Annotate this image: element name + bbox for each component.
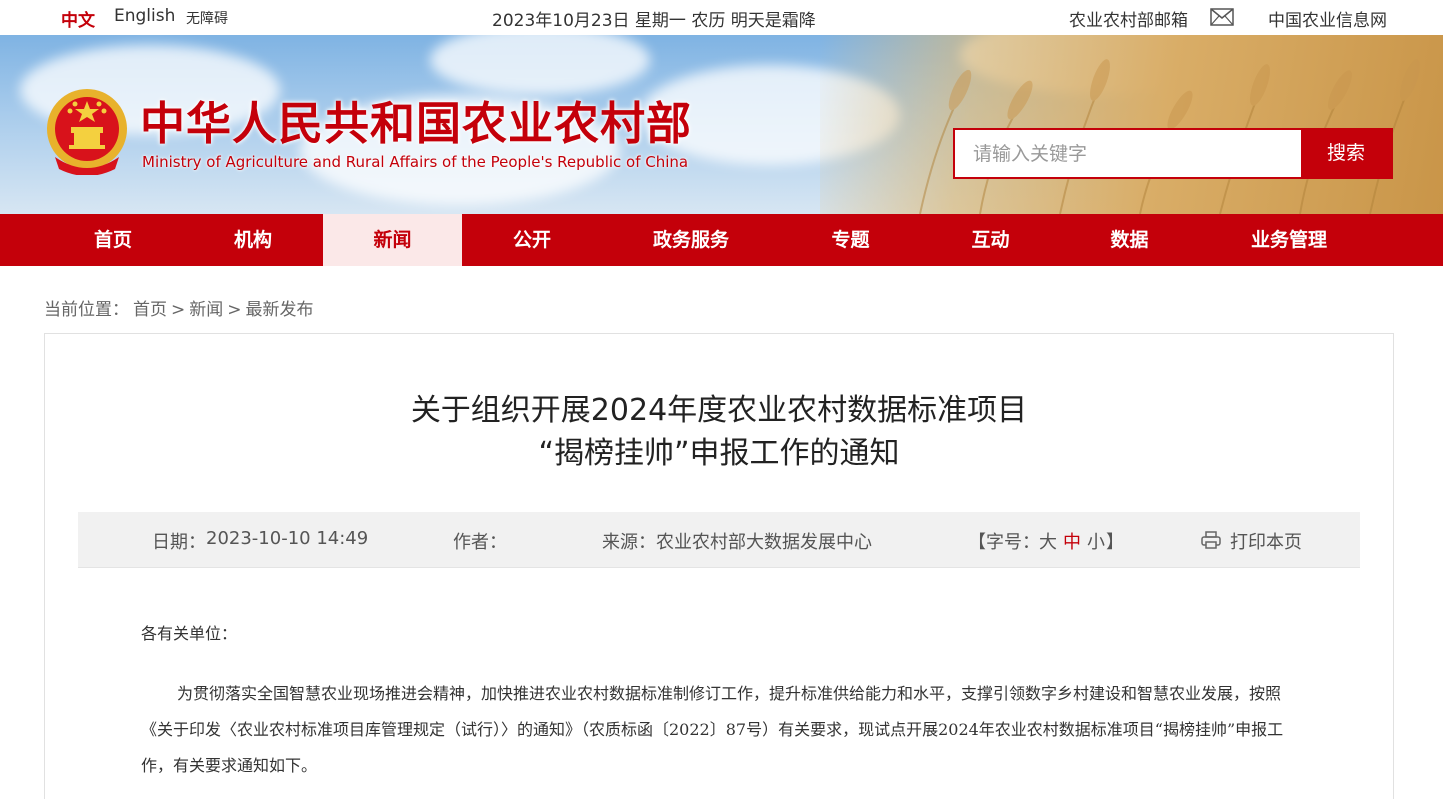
nav-item-topics[interactable]: 专题 [780, 214, 921, 266]
breadcrumb: 当前位置： 首页 > 新闻 > 最新发布 [44, 295, 318, 320]
header-banner: 中华人民共和国农业农村部 Ministry of Agriculture and… [0, 35, 1443, 214]
nav-item-institutions[interactable]: 机构 [183, 214, 323, 266]
mailbox-link[interactable]: 农业农村部邮箱 [1069, 6, 1188, 31]
article-meta-bar: 日期： 2023-10-10 14:49 作者： 来源： 农业农村部大数据发展中… [78, 512, 1360, 568]
nav-item-interaction[interactable]: 互动 [921, 214, 1060, 266]
info-network-link[interactable]: 中国农业信息网 [1268, 6, 1387, 31]
nav-item-public[interactable]: 公开 [462, 214, 602, 266]
nav-item-home[interactable]: 首页 [43, 214, 183, 266]
font-size-small-button[interactable]: 小 [1087, 528, 1105, 554]
top-bar: 中文 English 无障碍 2023年10月23日 星期一 农历 明天是霜降 … [0, 0, 1443, 35]
breadcrumb-separator: > [227, 300, 242, 320]
article-title: 关于组织开展2024年度农业农村数据标准项目 “揭榜挂帅”申报工作的通知 [45, 389, 1393, 475]
meta-date-value: 2023-10-10 14:49 [206, 528, 369, 549]
breadcrumb-item-latest[interactable]: 最新发布 [246, 300, 314, 320]
date-text: 2023年10月23日 星期一 农历 明天是霜降 [492, 11, 816, 31]
site-subtitle: Ministry of Agriculture and Rural Affair… [142, 153, 689, 171]
breadcrumb-separator: > [171, 300, 186, 320]
font-size-large-button[interactable]: 大 [1039, 528, 1057, 554]
article-paragraph: 为贯彻落实全国智慧农业现场推进会精神，加快推进农业农村数据标准制修订工作，提升标… [141, 684, 1284, 775]
font-size-medium-button[interactable]: 中 [1063, 528, 1081, 554]
meta-source-value: 农业农村部大数据发展中心 [656, 532, 872, 553]
search-input[interactable] [955, 130, 1301, 177]
search-button[interactable]: 搜索 [1301, 130, 1391, 177]
nav-item-data[interactable]: 数据 [1060, 214, 1199, 266]
font-size-close: 】 [1106, 532, 1124, 553]
nav-item-business[interactable]: 业务管理 [1199, 214, 1379, 266]
wheat-stalks-image [919, 59, 1420, 214]
breadcrumb-item-news[interactable]: 新闻 [189, 300, 223, 320]
article-title-line1: 关于组织开展2024年度农业农村数据标准项目 [410, 393, 1028, 428]
national-emblem-icon [47, 89, 127, 175]
article-salutation: 各有关单位： [141, 624, 238, 643]
accessibility-link[interactable]: 无障碍 [186, 8, 228, 28]
nav-item-gov-services[interactable]: 政务服务 [602, 214, 780, 266]
meta-author-label: 作者： [453, 532, 507, 553]
lang-english-link[interactable]: English [114, 6, 175, 26]
printer-icon[interactable] [1201, 531, 1221, 549]
breadcrumb-prefix: 当前位置： [44, 300, 129, 320]
search-box: 搜索 [953, 128, 1393, 179]
meta-source-label: 来源： [602, 532, 656, 553]
print-page-button[interactable]: 打印本页 [1230, 528, 1302, 554]
breadcrumb-item-home[interactable]: 首页 [133, 300, 167, 320]
article-title-line2: “揭榜挂帅”申报工作的通知 [538, 436, 900, 471]
lang-chinese-link[interactable]: 中文 [61, 6, 95, 31]
mail-icon[interactable] [1210, 8, 1234, 26]
font-size-open: 【字号： [968, 532, 1040, 553]
article-panel: 关于组织开展2024年度农业农村数据标准项目 “揭榜挂帅”申报工作的通知 日期：… [44, 333, 1394, 799]
site-title: 中华人民共和国农业农村部 [140, 97, 693, 150]
meta-date-label: 日期： [152, 532, 206, 553]
nav-item-news[interactable]: 新闻 [323, 214, 462, 266]
main-nav: 首页 机构 新闻 公开 政务服务 专题 互动 数据 业务管理 [0, 214, 1443, 266]
